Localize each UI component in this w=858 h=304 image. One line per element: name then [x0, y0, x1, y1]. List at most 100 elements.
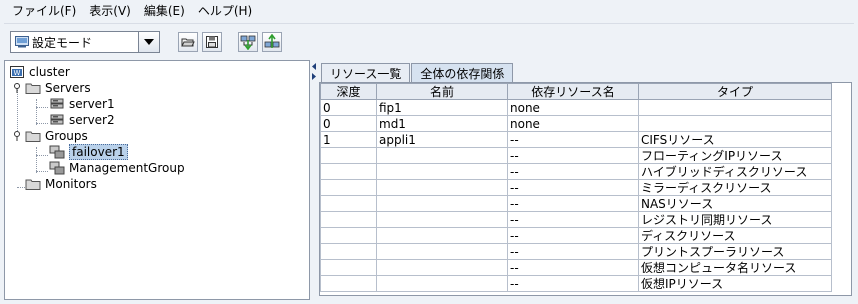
table-header-row: 深度 名前 依存リソース名 タイプ: [320, 83, 832, 100]
mode-select-value: 設定モード: [32, 35, 93, 50]
menu-help[interactable]: ヘルプ(H): [190, 0, 257, 22]
server-icon: [50, 114, 64, 125]
table-cell: [376, 163, 508, 180]
tree-root-cluster[interactable]: W cluster: [9, 64, 70, 80]
table-row[interactable]: -- レジストリ同期リソース: [320, 211, 832, 228]
tree-failover1-label: failover1: [69, 144, 128, 160]
tree-failover1[interactable]: failover1: [49, 144, 128, 160]
group-icon: [49, 145, 65, 159]
tree-management-group[interactable]: ManagementGroup: [49, 160, 185, 176]
table-cell: 0: [320, 99, 377, 116]
tree-server1[interactable]: server1: [49, 96, 115, 112]
menu-edit[interactable]: 編集(E): [136, 0, 190, 22]
tab-resource-list[interactable]: リソース一覧: [321, 63, 411, 83]
table-cell: --: [507, 259, 639, 276]
table-cell: 仮想コンピュータ名リソース: [638, 259, 832, 276]
table-cell: [320, 259, 377, 276]
tree-groups[interactable]: Groups: [25, 128, 88, 144]
table-cell: [376, 179, 508, 196]
table-cell: md1: [376, 115, 508, 132]
table-row[interactable]: 1 appli1 -- CIFSリソース: [320, 131, 832, 148]
table-cell: none: [507, 115, 639, 132]
table-cell: [320, 147, 377, 164]
table-row[interactable]: -- ハイブリッドディスクリソース: [320, 163, 832, 180]
table-cell: [376, 243, 508, 260]
table-cell: appli1: [376, 131, 508, 148]
tree-server2[interactable]: server2: [49, 112, 115, 128]
cluster-icon: W: [10, 66, 24, 78]
download-button[interactable]: [238, 32, 258, 52]
table-cell: [376, 147, 508, 164]
table-cell: プリントスプーラリソース: [638, 243, 832, 260]
cluster-tree: W cluster Servers server1 server2 Groups…: [4, 60, 310, 300]
group-icon: [49, 161, 65, 175]
tree-servers[interactable]: Servers: [25, 80, 91, 96]
table-cell: NASリソース: [638, 195, 832, 212]
table-cell: [320, 227, 377, 244]
table-cell: --: [507, 131, 639, 148]
table-row[interactable]: -- ミラーディスクリソース: [320, 179, 832, 196]
tree-server2-label: server2: [69, 113, 115, 127]
mode-select[interactable]: 設定モード: [10, 31, 160, 53]
table-cell: 0: [320, 115, 377, 132]
table-cell: --: [507, 227, 639, 244]
folder-open-icon: [181, 38, 195, 47]
expand-icon[interactable]: [13, 83, 21, 93]
tree-management-group-label: ManagementGroup: [69, 161, 185, 175]
table-cell: --: [507, 195, 639, 212]
table-cell: [320, 275, 377, 292]
table-row[interactable]: 0 md1 none: [320, 115, 832, 132]
table-row[interactable]: -- プリントスプーラリソース: [320, 243, 832, 260]
tree-server1-label: server1: [69, 97, 115, 111]
menu-file[interactable]: ファイル(F): [4, 0, 81, 22]
table-cell: --: [507, 275, 639, 292]
table-cell: 1: [320, 131, 377, 148]
table-cell: [320, 163, 377, 180]
toolbar: 設定モード: [4, 23, 854, 60]
table-cell: --: [507, 243, 639, 260]
dependency-table-container: 深度 名前 依存リソース名 タイプ 0 fip1 none 0 md1 none 1 appl…: [319, 82, 852, 296]
save-button[interactable]: [202, 32, 222, 52]
menu-view[interactable]: 表示(V): [81, 0, 136, 22]
header-dependency[interactable]: 依存リソース名: [507, 83, 639, 100]
chevron-down-icon[interactable]: [138, 32, 159, 52]
table-cell: --: [507, 147, 639, 164]
upload-button[interactable]: [262, 32, 282, 52]
network-download-icon: [240, 35, 256, 50]
table-row[interactable]: -- 仮想コンピュータ名リソース: [320, 259, 832, 276]
folder-icon: [25, 83, 41, 94]
table-row[interactable]: -- 仮想IPリソース: [320, 275, 832, 292]
menu-bar: ファイル(F) 表示(V) 編集(E) ヘルプ(H): [4, 0, 854, 22]
folder-icon: [25, 131, 41, 142]
header-depth[interactable]: 深度: [320, 83, 377, 100]
tree-monitors[interactable]: Monitors: [25, 176, 97, 192]
table-cell: [376, 195, 508, 212]
server-icon: [50, 98, 64, 109]
table-cell: [376, 227, 508, 244]
table-cell: --: [507, 163, 639, 180]
table-cell: レジストリ同期リソース: [638, 211, 832, 228]
table-row[interactable]: -- ディスクリソース: [320, 227, 832, 244]
tab-dependency[interactable]: 全体の依存関係: [411, 63, 514, 83]
detail-panel: リソース一覧 全体の依存関係 深度 名前 依存リソース名 タイプ 0 fip1 no…: [317, 60, 854, 300]
header-type[interactable]: タイプ: [638, 83, 832, 100]
table-row[interactable]: -- フローティングIPリソース: [320, 147, 832, 164]
table-cell: ミラーディスクリソース: [638, 179, 832, 196]
table-row[interactable]: -- NASリソース: [320, 195, 832, 212]
open-button[interactable]: [178, 32, 198, 52]
floppy-disk-icon: [206, 36, 218, 48]
table-cell: --: [507, 211, 639, 228]
config-mode-icon: [15, 36, 29, 48]
table-cell: [638, 99, 832, 116]
svg-text:W: W: [14, 69, 21, 77]
table-cell: [376, 275, 508, 292]
table-cell: [638, 115, 832, 132]
folder-icon: [25, 179, 41, 190]
table-cell: CIFSリソース: [638, 131, 832, 148]
table-cell: ハイブリッドディスクリソース: [638, 163, 832, 180]
table-cell: [376, 211, 508, 228]
header-name[interactable]: 名前: [376, 83, 508, 100]
table-row[interactable]: 0 fip1 none: [320, 99, 832, 116]
table-cell: [320, 195, 377, 212]
expand-icon[interactable]: [13, 131, 21, 141]
